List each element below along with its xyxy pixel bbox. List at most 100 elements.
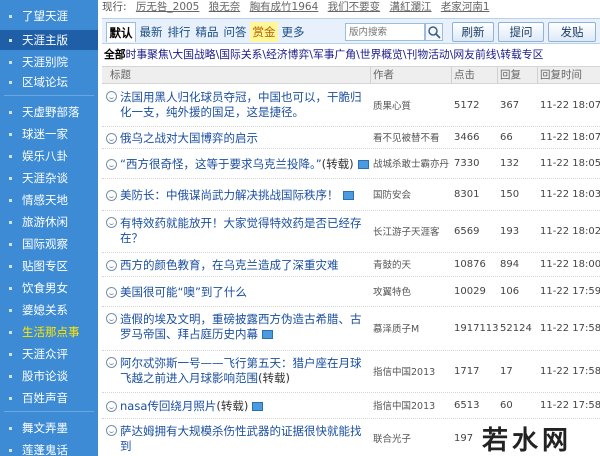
sidebar-item[interactable]: 贴图专区 <box>0 256 98 276</box>
post-title[interactable]: 有特效药就能放开！大家觉得特效药是否已经存在？ <box>120 216 370 248</box>
category-filter: 全部时事聚焦\大国战略\国际关系\经济博弈\军事广角\世界概览\刊物活动\网友前… <box>104 46 600 64</box>
ask-button[interactable]: 提问 <box>498 22 544 42</box>
bullet-icon <box>9 39 12 42</box>
post-title-text[interactable]: 造假的埃及文明，重磅披露西方伪造古希腊、古罗马帝国、拜占庭历史内幕 <box>120 312 362 341</box>
post-smiley-icon <box>106 287 117 298</box>
post-reply-time: 11-22 18:02 <box>540 226 600 237</box>
category-all[interactable]: 全部 <box>104 48 126 61</box>
tab-default[interactable]: 默认 <box>106 22 136 42</box>
post-title[interactable]: 造假的埃及文明，重磅披露西方伪造古希腊、古罗马帝国、拜占庭历史内幕 <box>120 312 370 344</box>
online-users-line: 现行: 厉无咎_2005 狼无奈 胸有成竹1964 我们不要变 溝紅瀾江 老家河… <box>102 0 600 16</box>
sidebar-item[interactable]: 区域论坛 <box>0 72 98 92</box>
post-replies: 60 <box>500 400 513 411</box>
table-row[interactable]: “西方很奇怪，这等于要求乌克兰投降。”(转载) 战城杀敢士霸亦丹 7330 132 11… <box>102 149 600 179</box>
post-author[interactable]: 慕泽质子M <box>373 323 449 336</box>
bullet-icon <box>9 243 12 246</box>
table-row[interactable]: 俄乌之战对大国博弈的启示 看不见被替不看 3466 66 11-22 18:07 <box>102 127 600 149</box>
post-author[interactable]: 青鼓的天 <box>373 259 449 272</box>
sidebar-divider <box>4 95 94 96</box>
post-title[interactable]: “西方很奇怪，这等于要求乌克兰投降。”(转载) <box>120 157 370 173</box>
table-row[interactable]: 造假的埃及文明，重磅披露西方伪造古希腊、古罗马帝国、拜占庭历史内幕 慕泽质子M 19… <box>102 307 600 351</box>
post-author[interactable]: 长江游子天涯客 <box>373 226 449 239</box>
sidebar-item[interactable]: 情感天地 <box>0 190 98 210</box>
post-title-text[interactable]: 俄乌之战对大国博弈的启示 <box>120 131 258 145</box>
online-user[interactable]: 老家河南1 <box>441 1 490 13</box>
sidebar-item[interactable]: 娱乐八卦 <box>0 146 98 166</box>
table-row[interactable]: 法国用黑人归化球员夺冠，中国也可以，干脆归化一支，纯外援的国足，这是捷径。 质果心… <box>102 85 600 127</box>
post-title[interactable]: 阿尔忒弥斯一号——飞行第五天：猎户座在月球飞越之前进入月球影响范围(转载) <box>120 356 370 388</box>
online-user[interactable]: 胸有成竹1964 <box>250 1 319 13</box>
sidebar-item[interactable]: 股市论谈 <box>0 366 98 386</box>
post-title[interactable]: 俄乌之战对大国博弈的启示 <box>120 131 370 147</box>
post-title-text[interactable]: 法国用黑人归化球员夺冠，中国也可以，干脆归化一支，纯外援的国足，这是捷径。 <box>120 90 362 119</box>
post-author[interactable]: 指信中国2013 <box>373 366 449 379</box>
post-title[interactable]: 西方的颜色教育，在乌克兰造成了深重灾难 <box>120 258 370 274</box>
tab-bar: 默认 最新 排行 精品 问答 赏金 更多 刷新 提问 发贴 <box>102 18 600 44</box>
online-user[interactable]: 狼无奈 <box>209 1 241 13</box>
tab-featured[interactable]: 精品 <box>194 22 220 42</box>
bullet-icon <box>9 427 12 430</box>
sidebar-item[interactable]: 国际观察 <box>0 234 98 254</box>
sidebar-item[interactable]: 饮食男女 <box>0 278 98 298</box>
post-title-text[interactable]: 有特效药就能放开！大家觉得特效药是否已经存在？ <box>120 216 362 245</box>
bullet-icon <box>9 155 12 158</box>
online-user[interactable]: 厉无咎_2005 <box>136 1 199 13</box>
post-title-text[interactable]: 阿尔忒弥斯一号——飞行第五天：猎户座在月球飞越之前进入月球影响范围 <box>120 356 362 385</box>
post-title-text[interactable]: 美防长：中俄谋尚武力解决挑战国际秩序！ <box>120 188 339 202</box>
online-user[interactable]: 我们不要变 <box>328 1 381 13</box>
sidebar-item-label: 股市论谈 <box>22 369 68 383</box>
bullet-icon <box>9 449 12 452</box>
post-title[interactable]: nasa传回绕月照片(转载) <box>120 399 370 415</box>
header-clicks: 点击 <box>454 69 475 81</box>
post-button[interactable]: 发贴 <box>548 22 596 42</box>
post-reply-time: 11-22 17:58 <box>540 366 600 377</box>
sidebar-item[interactable]: 天涯别院 <box>0 52 98 72</box>
sidebar-item[interactable]: 莲蓬鬼话 <box>0 440 98 456</box>
tab-bounty[interactable]: 赏金 <box>250 22 278 42</box>
post-reply-time: 11-22 18:05 <box>540 158 600 169</box>
sidebar-item[interactable]: 旅游休闲 <box>0 212 98 232</box>
bullet-icon <box>9 353 12 356</box>
table-row[interactable]: 美国很可能“噢”到了什么 攻翼特色 10029 106 11-22 17:59 <box>102 277 600 307</box>
search-button[interactable] <box>425 23 443 41</box>
search-input[interactable] <box>346 24 424 41</box>
post-title-text[interactable]: 西方的颜色教育，在乌克兰造成了深重灾难 <box>120 258 339 272</box>
sidebar-item[interactable]: 球迷一家 <box>0 124 98 144</box>
category-list[interactable]: 时事聚焦\大国战略\国际关系\经济博弈\军事广角\世界概览\刊物活动\网友前线\… <box>126 48 544 61</box>
tab-more[interactable]: 更多 <box>280 22 306 42</box>
post-author[interactable]: 攻翼特色 <box>373 286 449 299</box>
sidebar-item[interactable]: 婆媳关系 <box>0 300 98 320</box>
post-title-text[interactable]: 美国很可能“噢”到了什么 <box>120 285 247 299</box>
table-row[interactable]: 有特效药就能放开！大家觉得特效药是否已经存在？ 长江游子天涯客 6569 193 11-… <box>102 211 600 253</box>
sidebar-item[interactable]: 了望天涯 <box>0 6 98 26</box>
tab-latest[interactable]: 最新 <box>138 22 164 42</box>
table-row[interactable]: nasa传回绕月照片(转载) 指信中国2013 6513 60 11-22 17:58 <box>102 393 600 419</box>
refresh-button[interactable]: 刷新 <box>452 22 494 42</box>
post-title[interactable]: 美国很可能“噢”到了什么 <box>120 285 370 301</box>
post-author[interactable]: 质果心質 <box>373 100 449 113</box>
post-title[interactable]: 美防长：中俄谋尚武力解决挑战国际秩序！ <box>120 188 370 204</box>
post-title-text[interactable]: 萨达姆拥有大规模杀伤性武器的证据很快就能找到 <box>120 424 362 453</box>
post-author[interactable]: 联合光子 <box>373 433 449 446</box>
sidebar-item[interactable]: 天涯主版 <box>0 30 98 50</box>
sidebar-item[interactable]: 百姓声音 <box>0 388 98 408</box>
tab-ranking[interactable]: 排行 <box>166 22 192 42</box>
post-title[interactable]: 法国用黑人归化球员夺冠，中国也可以，干脆归化一支，纯外援的国足，这是捷径。 <box>120 90 370 122</box>
sidebar-item[interactable]: 天涯众评 <box>0 344 98 364</box>
sidebar-item[interactable]: 天涯杂谈 <box>0 168 98 188</box>
post-title-text[interactable]: “西方很奇怪，这等于要求乌克兰投降。” <box>120 157 322 171</box>
sidebar-item[interactable]: 天虚野部落 <box>0 102 98 122</box>
sidebar-item[interactable]: 生活那点事 <box>0 322 98 342</box>
post-title-text[interactable]: nasa传回绕月照片 <box>120 399 216 413</box>
post-author[interactable]: 战城杀敢士霸亦丹 <box>373 158 449 171</box>
tab-qa[interactable]: 问答 <box>222 22 248 42</box>
table-row[interactable]: 西方的颜色教育，在乌克兰造成了深重灾难 青鼓的天 10876 894 11-22 18:… <box>102 253 600 277</box>
post-author[interactable]: 看不见被替不看 <box>373 132 449 145</box>
post-title[interactable]: 萨达姆拥有大规模杀伤性武器的证据很快就能找到 <box>120 424 370 456</box>
sidebar-item[interactable]: 舞文弄墨 <box>0 418 98 438</box>
post-author[interactable]: 国防安会 <box>373 189 449 202</box>
table-row[interactable]: 阿尔忒弥斯一号——飞行第五天：猎户座在月球飞越之前进入月球影响范围(转载) 指信中… <box>102 351 600 393</box>
online-user[interactable]: 溝紅瀾江 <box>389 1 431 13</box>
table-row[interactable]: 美防长：中俄谋尚武力解决挑战国际秩序！ 国防安会 8301 150 11-22 18:0… <box>102 179 600 211</box>
post-author[interactable]: 指信中国2013 <box>373 400 449 413</box>
